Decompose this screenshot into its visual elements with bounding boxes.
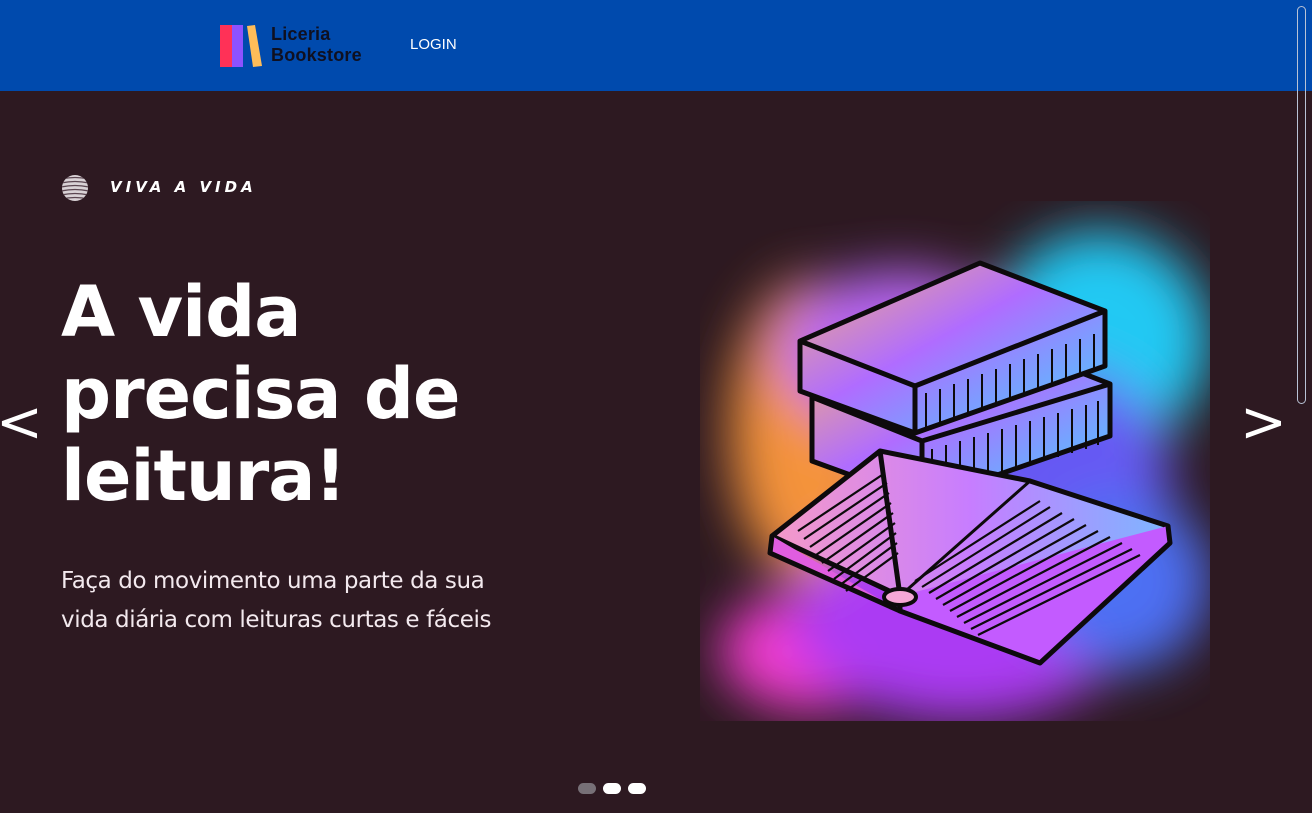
carousel-dot-1[interactable] bbox=[578, 783, 596, 794]
logo-books-icon bbox=[220, 25, 262, 67]
headline-line: A vida bbox=[61, 271, 302, 353]
books-illustration-icon bbox=[720, 231, 1210, 721]
login-link[interactable]: LOGIN bbox=[410, 36, 457, 53]
hero-carousel-slide: VIVA A VIDA A vida precisa de leitura! F… bbox=[0, 91, 1312, 813]
carousel-dot-3[interactable] bbox=[628, 783, 646, 794]
striped-globe-icon bbox=[62, 175, 88, 201]
carousel-dot-2[interactable] bbox=[603, 783, 621, 794]
hero-headline: A vida precisa de leitura! bbox=[61, 271, 581, 517]
brand-logo[interactable]: Liceria Bookstore bbox=[220, 24, 380, 68]
vertical-scrollbar[interactable] bbox=[1297, 6, 1306, 404]
brand-name-line2: Bookstore bbox=[271, 45, 362, 65]
carousel-next-button[interactable]: > bbox=[1240, 391, 1287, 455]
subtitle-line: Faça do movimento uma parte da sua bbox=[61, 568, 485, 594]
headline-line: leitura! bbox=[61, 435, 346, 517]
brand-name-line1: Liceria bbox=[271, 24, 331, 44]
hero-subtitle: Faça do movimento uma parte da sua vida … bbox=[61, 562, 621, 640]
carousel-prev-button[interactable]: < bbox=[0, 391, 43, 455]
subtitle-line: vida diária com leituras curtas e fáceis bbox=[61, 607, 492, 633]
tagline-text: VIVA A VIDA bbox=[110, 178, 257, 196]
brand-name: Liceria Bookstore bbox=[271, 24, 362, 66]
headline-line: precisa de bbox=[61, 353, 460, 435]
top-navbar: Liceria Bookstore LOGIN bbox=[0, 0, 1312, 91]
